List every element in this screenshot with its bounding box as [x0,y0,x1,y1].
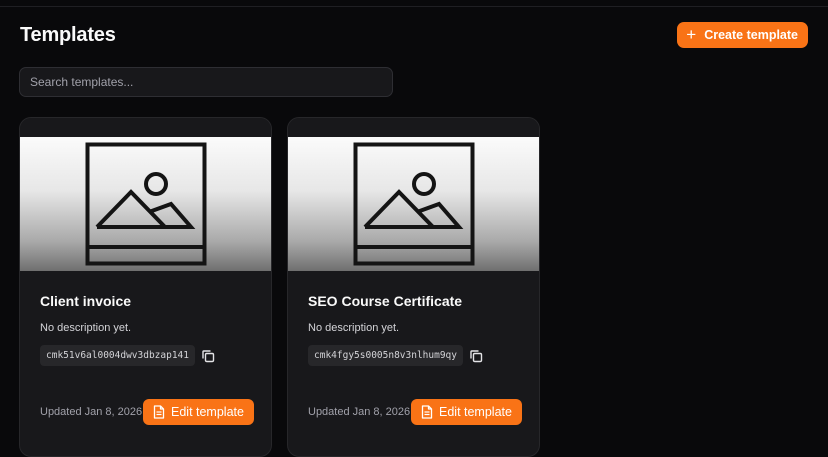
template-card: SEO Course Certificate No description ye… [287,117,540,457]
copy-icon [202,350,215,363]
create-template-button[interactable]: + Create template [677,22,808,48]
template-title: SEO Course Certificate [308,293,463,309]
edit-template-button[interactable]: Edit template [143,399,254,425]
copy-id-button[interactable] [198,346,218,366]
card-body: SEO Course Certificate No description ye… [288,271,539,456]
template-id: cmk51v6al0004dwv3dbzap141 [40,345,195,366]
top-divider [0,0,828,7]
template-title: Client invoice [40,293,132,309]
card-body: Client invoice No description yet. cmk51… [20,271,271,456]
document-icon [153,405,165,419]
document-icon [421,405,433,419]
updated-date: Updated Jan 8, 2026 [40,406,143,418]
edit-template-label: Edit template [171,405,244,419]
copy-icon [470,350,483,363]
template-card: Client invoice No description yet. cmk51… [19,117,272,457]
template-id: cmk4fgy5s0005n8v3nlhum9qy [308,345,463,366]
search-container [19,67,393,97]
template-description: No description yet. [40,322,132,334]
search-input[interactable] [19,67,393,97]
card-top-strip [288,118,539,137]
create-template-label: Create template [704,28,798,42]
copy-id-button[interactable] [466,346,486,366]
template-thumbnail [288,137,539,271]
page-title: Templates [20,23,116,46]
template-description: No description yet. [308,322,400,334]
image-placeholder-icon [353,142,475,266]
edit-template-label: Edit template [439,405,512,419]
updated-date: Updated Jan 8, 2026 [308,406,411,418]
card-top-strip [20,118,271,137]
image-placeholder-icon [85,142,207,266]
plus-icon: + [686,24,697,44]
edit-template-button[interactable]: Edit template [411,399,522,425]
page-header: Templates + Create template [20,20,808,50]
template-thumbnail [20,137,271,271]
